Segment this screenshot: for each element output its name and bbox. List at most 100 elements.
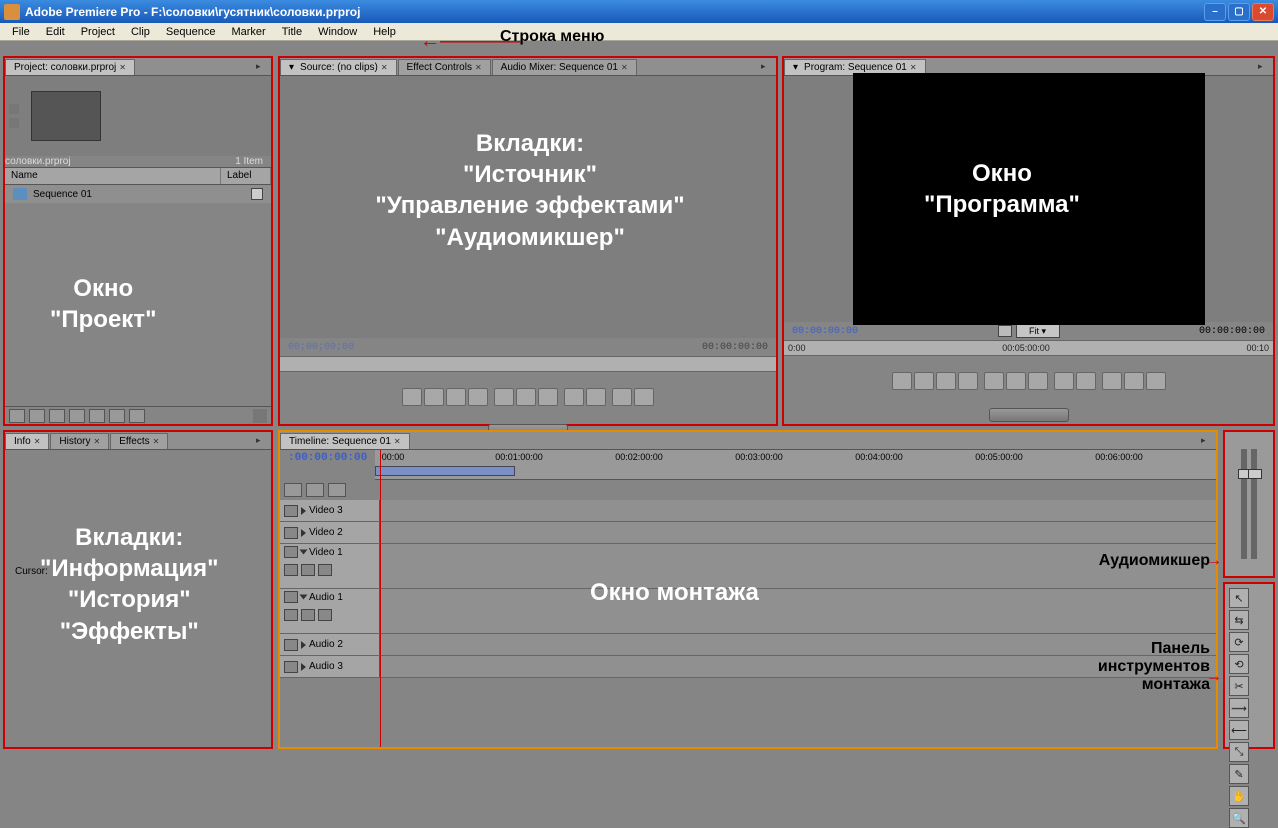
tab-effect-controls[interactable]: Effect Controls✕ (398, 59, 491, 75)
goto-in-button[interactable] (958, 372, 978, 390)
menu-file[interactable]: File (4, 24, 38, 40)
timeline-playhead-tc[interactable]: :00:00:00:00 (280, 450, 375, 480)
maximize-button[interactable]: ▢ (1228, 3, 1250, 21)
panel-menu-icon[interactable]: ▸ (1258, 61, 1270, 71)
source-ruler[interactable] (280, 356, 776, 372)
audio-track-2[interactable]: Audio 2 (280, 634, 1216, 656)
loop-button[interactable] (1076, 372, 1096, 390)
video-track-3[interactable]: Video 3 (280, 500, 1216, 522)
work-area-bar[interactable] (375, 466, 515, 476)
goto-out-button[interactable] (1054, 372, 1074, 390)
track-opt-icon[interactable] (301, 564, 315, 576)
auto-bin-icon[interactable] (49, 409, 65, 423)
playhead-line[interactable] (380, 450, 381, 747)
zoom-tool[interactable]: 🔍 (1229, 808, 1249, 828)
eye-icon[interactable] (284, 505, 298, 517)
speaker-icon[interactable] (284, 639, 298, 651)
set-in-button[interactable] (892, 372, 912, 390)
tab-timeline[interactable]: Timeline: Sequence 01✕ (280, 433, 410, 449)
tab-audio-mixer[interactable]: Audio Mixer: Sequence 01✕ (492, 59, 637, 75)
column-name[interactable]: Name (5, 168, 221, 184)
program-tc-left[interactable]: 00:00:00:00 (792, 326, 858, 337)
video-track-1[interactable]: Video 1 (280, 544, 1216, 589)
step-fwd-button[interactable] (1028, 372, 1048, 390)
safe-margins-icon[interactable] (998, 325, 1012, 337)
menu-project[interactable]: Project (73, 24, 123, 40)
marker-button[interactable] (446, 388, 466, 406)
menu-marker[interactable]: Marker (223, 24, 273, 40)
resize-handle-icon[interactable] (253, 409, 267, 423)
collapse-icon[interactable] (300, 595, 308, 600)
label-swatch[interactable] (251, 188, 263, 200)
close-icon[interactable]: ✕ (910, 63, 917, 72)
new-bin-icon[interactable] (89, 409, 105, 423)
close-button[interactable]: ✕ (1252, 3, 1274, 21)
razor-tool[interactable]: ⟿ (1229, 698, 1249, 718)
selection-tool[interactable]: ↖ (1229, 588, 1249, 608)
close-icon[interactable]: ✕ (394, 437, 401, 446)
extract-button[interactable] (1124, 372, 1144, 390)
project-item[interactable]: Sequence 01 (5, 185, 271, 203)
snap-icon[interactable] (284, 483, 302, 497)
close-icon[interactable]: ✕ (475, 63, 482, 72)
track-opt-icon[interactable] (301, 609, 315, 621)
zoom-dropdown[interactable]: Fit ▾ (1016, 324, 1060, 338)
tab-effects[interactable]: Effects✕ (110, 433, 168, 449)
step-back-button[interactable] (494, 388, 514, 406)
menu-help[interactable]: Help (365, 24, 404, 40)
slip-tool[interactable]: ⟵ (1229, 720, 1249, 740)
tab-project[interactable]: Project: соловки.prproj ✕ (5, 59, 135, 75)
insert-button[interactable] (612, 388, 632, 406)
trim-button[interactable] (1146, 372, 1166, 390)
menu-clip[interactable]: Clip (123, 24, 158, 40)
menu-title[interactable]: Title (274, 24, 310, 40)
expand-icon[interactable] (301, 529, 306, 537)
close-icon[interactable]: ✕ (34, 437, 41, 446)
ripple-edit-tool[interactable]: ⟳ (1229, 632, 1249, 652)
set-out-button[interactable] (914, 372, 934, 390)
minimize-button[interactable]: – (1204, 3, 1226, 21)
tab-history[interactable]: History✕ (50, 433, 109, 449)
audio-track-1[interactable]: Audio 1 (280, 589, 1216, 634)
sync-lock-icon[interactable] (306, 483, 324, 497)
menu-window[interactable]: Window (310, 24, 365, 40)
speaker-icon[interactable] (284, 661, 298, 673)
menu-sequence[interactable]: Sequence (158, 24, 224, 40)
rolling-edit-tool[interactable]: ⟲ (1229, 654, 1249, 674)
step-fwd-button[interactable] (538, 388, 558, 406)
track-opt-icon[interactable] (284, 609, 298, 621)
hand-tool[interactable]: ✋ (1229, 786, 1249, 806)
overlay-button[interactable] (634, 388, 654, 406)
icon-view-icon[interactable] (29, 409, 45, 423)
lift-button[interactable] (1102, 372, 1122, 390)
close-icon[interactable]: ✕ (621, 63, 628, 72)
close-icon[interactable]: ✕ (381, 63, 388, 72)
pen-tool[interactable]: ✎ (1229, 764, 1249, 784)
panel-menu-icon[interactable]: ▸ (256, 61, 268, 71)
panel-menu-icon[interactable]: ▸ (1201, 435, 1213, 445)
track-opt-icon[interactable] (284, 564, 298, 576)
eye-icon[interactable] (284, 527, 298, 539)
close-icon[interactable]: ✕ (153, 437, 160, 446)
play-icon[interactable] (9, 118, 19, 128)
collapse-icon[interactable] (300, 550, 308, 555)
goto-out-button[interactable] (564, 388, 584, 406)
set-in-button[interactable] (402, 388, 422, 406)
find-icon[interactable] (69, 409, 85, 423)
track-opt-icon[interactable] (318, 609, 332, 621)
column-label[interactable]: Label (221, 168, 271, 184)
jog-wheel[interactable] (989, 408, 1069, 422)
expand-icon[interactable] (301, 663, 306, 671)
program-ruler[interactable]: 0:00 00:05:00:00 00:10 (784, 340, 1273, 356)
goto-in-button[interactable] (468, 388, 488, 406)
set-out-button[interactable] (424, 388, 444, 406)
close-icon[interactable]: ✕ (119, 63, 126, 72)
bin-view-icon[interactable] (9, 104, 19, 114)
loop-button[interactable] (586, 388, 606, 406)
new-item-icon[interactable] (109, 409, 125, 423)
play-button[interactable] (1006, 372, 1026, 390)
marker-button[interactable] (936, 372, 956, 390)
tab-source[interactable]: ▾Source: (no clips)✕ (280, 59, 397, 75)
track-select-tool[interactable]: ⇆ (1229, 610, 1249, 630)
audio-track-3[interactable]: Audio 3 (280, 656, 1216, 678)
